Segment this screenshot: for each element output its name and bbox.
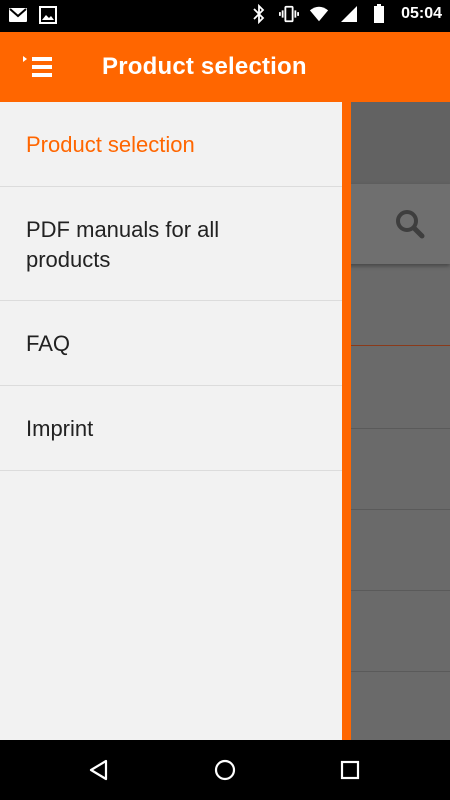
home-icon[interactable] — [211, 756, 239, 784]
drawer-item-label: Product selection — [26, 132, 195, 157]
page-title: Product selection — [102, 53, 307, 80]
bluetooth-icon — [249, 4, 269, 24]
drawer-item-label: PDF manuals for all products — [26, 217, 220, 272]
app-bar: Product selection — [0, 32, 450, 102]
recents-icon[interactable] — [336, 756, 364, 784]
signal-icon — [339, 4, 359, 24]
search-icon — [390, 204, 430, 244]
image-icon — [38, 5, 58, 25]
wifi-icon — [309, 4, 329, 24]
drawer-menu-icon[interactable] — [20, 52, 56, 82]
clock: 05:04 — [401, 5, 442, 22]
drawer-item-faq[interactable]: FAQ — [0, 301, 342, 386]
drawer-edge — [342, 102, 351, 740]
drawer-item-imprint[interactable]: Imprint — [0, 386, 342, 471]
status-bar: 05:04 — [0, 0, 450, 32]
vibrate-icon — [279, 4, 300, 24]
drawer-item-pdf-manuals[interactable]: PDF manuals for all products — [0, 187, 342, 301]
drawer-item-label: Imprint — [26, 416, 94, 441]
back-icon[interactable] — [85, 756, 113, 784]
drawer-item-product-selection[interactable]: Product selection — [0, 102, 342, 187]
system-nav-bar — [0, 740, 450, 800]
drawer-item-label: FAQ — [26, 331, 71, 356]
battery-icon — [369, 4, 389, 24]
gmail-icon — [8, 5, 28, 25]
navigation-drawer: Product selection PDF manuals for all pr… — [0, 102, 342, 740]
